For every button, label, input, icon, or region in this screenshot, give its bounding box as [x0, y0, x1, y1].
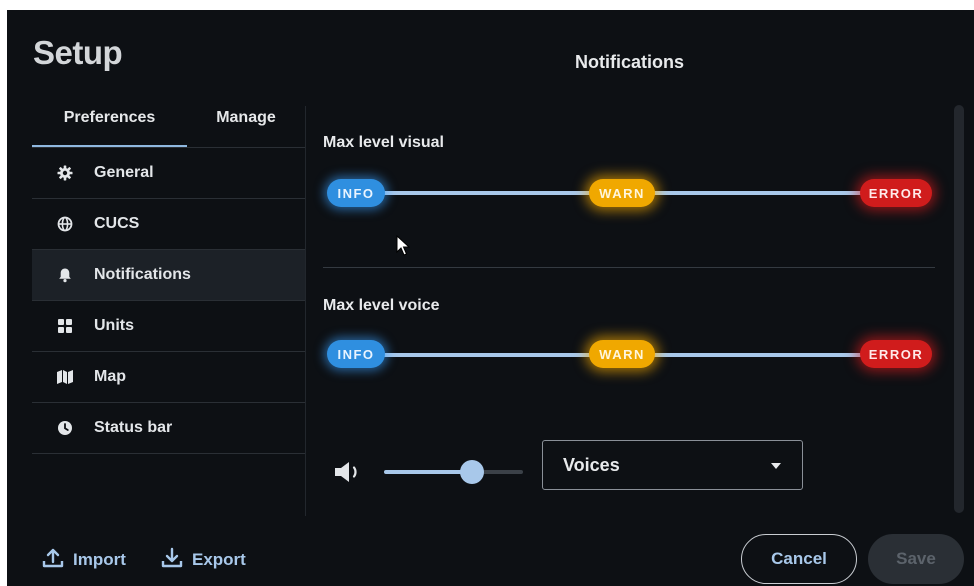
max-level-voice-label: Max level voice [323, 297, 440, 314]
sidebar-item-label: Notifications [94, 266, 191, 283]
content-scrollbar[interactable] [954, 105, 964, 513]
sidebar-item-label: General [94, 164, 154, 181]
sidebar-item-label: CUCS [94, 215, 140, 232]
panel-divider [305, 106, 306, 516]
max-level-visual-label: Max level visual [323, 134, 444, 151]
dialog-title: Setup [33, 34, 123, 71]
visual-level-info[interactable]: INFO [327, 179, 385, 207]
volume-slider-thumb[interactable] [459, 460, 484, 484]
tab-manage[interactable]: Manage [187, 106, 305, 146]
export-label: Export [192, 550, 246, 569]
export-button[interactable]: Export [160, 546, 246, 575]
volume-slider-fill [384, 470, 472, 474]
tab-preferences[interactable]: Preferences [32, 106, 187, 146]
chevron-down-icon [771, 463, 781, 469]
scrollbar-thumb[interactable] [954, 105, 964, 513]
voices-select-value: Voices [563, 455, 620, 475]
download-icon [160, 546, 184, 575]
sidebar-item-units[interactable]: Units [32, 301, 305, 352]
sidebar-item-notifications[interactable]: Notifications [32, 250, 305, 301]
section-title: Notifications [575, 52, 685, 72]
gear-icon [56, 164, 74, 182]
visual-level-error[interactable]: ERROR [860, 179, 932, 207]
visual-level-warn[interactable]: WARN [589, 179, 655, 207]
import-button[interactable]: Import [41, 548, 126, 572]
section-divider [323, 267, 935, 268]
map-icon [56, 368, 74, 386]
sidebar-item-general[interactable]: General [32, 148, 305, 199]
globe-icon [56, 215, 74, 233]
upload-icon [41, 546, 65, 575]
grid-icon [56, 317, 74, 335]
voice-level-warn[interactable]: WARN [589, 340, 655, 368]
sidebar-item-cucs[interactable]: CUCS [32, 199, 305, 250]
save-button[interactable]: Save [868, 534, 964, 584]
tab-bar: Preferences Manage [32, 106, 305, 148]
clock-icon [56, 419, 74, 437]
setup-dialog: Setup Notifications Preferences Manage G… [7, 10, 974, 586]
cancel-button[interactable]: Cancel [741, 534, 857, 584]
sidebar-item-label: Units [94, 317, 134, 334]
voice-level-info[interactable]: INFO [327, 340, 385, 368]
sidebar-item-label: Status bar [94, 419, 173, 436]
sidebar-item-map[interactable]: Map [32, 352, 305, 403]
voice-level-error[interactable]: ERROR [860, 340, 932, 368]
sidebar-item-status-bar[interactable]: Status bar [32, 403, 305, 454]
mouse-cursor-icon [396, 234, 411, 262]
sidebar-item-label: Map [94, 368, 126, 385]
voices-select[interactable]: Voices [542, 440, 803, 490]
volume-icon[interactable] [333, 459, 369, 485]
bell-icon [56, 266, 74, 284]
import-label: Import [73, 550, 126, 569]
sidebar: General CUCS Notifications Units Map Sta… [32, 148, 305, 454]
